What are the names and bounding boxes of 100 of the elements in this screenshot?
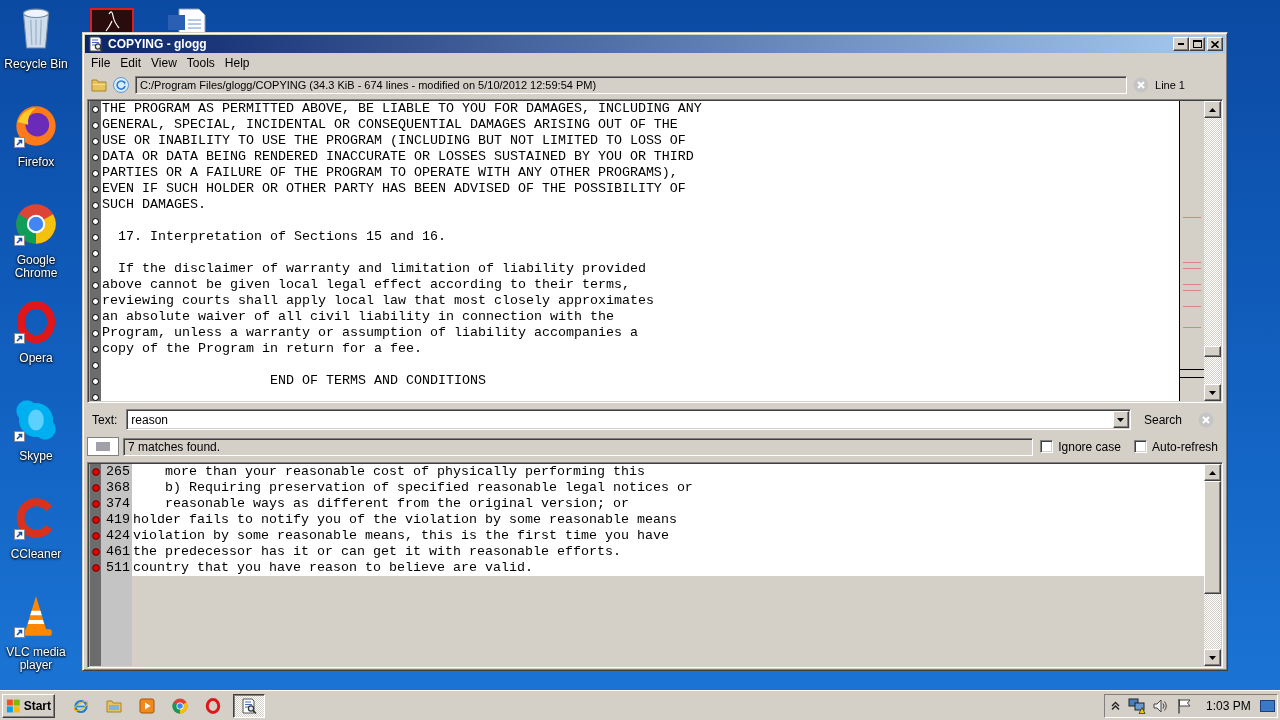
line-bullet-icon xyxy=(92,233,99,241)
desktop-icon-label[interactable]: CCleaner xyxy=(10,548,62,561)
refresh-icon[interactable] xyxy=(113,77,129,93)
result-line[interactable]: the predecessor has it or can get it with reasonable efforts. xyxy=(133,544,621,560)
text-line: If the disclaimer of warranty and limitation of liability provided xyxy=(117,261,646,277)
search-button[interactable]: Search xyxy=(1136,410,1189,429)
line-number: 374 xyxy=(106,496,130,512)
desktop-icon-label[interactable]: Google Chrome xyxy=(0,254,72,280)
desktop-icon-label[interactable]: Opera xyxy=(19,352,53,365)
browser-logo-icon[interactable] xyxy=(15,203,57,245)
play-icon[interactable] xyxy=(138,697,155,714)
ring-logo-icon[interactable] xyxy=(15,301,57,343)
search-field[interactable]: reason xyxy=(126,409,1131,430)
desktop-icon-label[interactable]: Recycle Bin xyxy=(4,58,68,71)
browser-logo-icon[interactable] xyxy=(171,697,188,714)
fox-globe-icon[interactable] xyxy=(15,105,57,147)
line-bullet-icon xyxy=(92,137,99,145)
cloud-logo-icon[interactable] xyxy=(15,399,57,441)
maximize-button[interactable] xyxy=(1189,37,1205,51)
recycle-bin-icon[interactable] xyxy=(20,7,52,49)
up-chevron-icon[interactable] xyxy=(1111,701,1120,710)
match-marker xyxy=(1183,262,1201,263)
show-desktop-icon[interactable] xyxy=(1260,699,1275,712)
line-number: 424 xyxy=(106,528,130,544)
match-dot-icon xyxy=(91,548,100,556)
text-line: above cannot be given local legal effect according to their terms, xyxy=(102,277,630,293)
text-line: 17. Interpretation of Sections 15 and 16. xyxy=(117,229,446,245)
match-dot-icon xyxy=(91,468,100,476)
text-line: END OF TERMS AND CONDITIONS xyxy=(268,373,486,389)
clock[interactable]: 1:03 PM xyxy=(1206,698,1251,713)
text-line: THE PROGRAM AS PERMITTED ABOVE, BE LIABLE TO YOU FOR DAMAGES, INCLUDING ANY xyxy=(102,101,702,117)
scroll-down-button[interactable] xyxy=(1204,384,1221,401)
flag-icon[interactable] xyxy=(1176,697,1192,714)
line-bullet-icon xyxy=(92,153,99,161)
app-tile-icon[interactable] xyxy=(90,8,134,32)
document-search-icon xyxy=(88,36,104,52)
overview-bar[interactable] xyxy=(1179,101,1204,401)
line-bullet-icon xyxy=(92,201,99,209)
taskbar-button[interactable] xyxy=(233,693,265,718)
maximize-icon xyxy=(1192,40,1202,48)
scroll-down-button[interactable] xyxy=(1204,649,1221,666)
menu-item[interactable]: Tools xyxy=(181,55,220,70)
close-icon xyxy=(1133,77,1149,93)
text-line: USE OR INABILITY TO USE THE PROGRAM (INCLUDING BUT NOT LIMITED TO LOSS OF xyxy=(102,133,686,149)
network-icon[interactable] xyxy=(1128,697,1146,714)
menu-item[interactable]: File xyxy=(86,55,116,70)
checkbox[interactable] xyxy=(1133,440,1147,453)
checkbox-label[interactable]: Ignore case xyxy=(1058,439,1121,454)
text-line: PARTIES OR A FAILURE OF THE PROGRAM TO OPERATE WITH ANY OTHER PROGRAMS), xyxy=(102,165,678,181)
scroll-up-button[interactable] xyxy=(1204,101,1221,118)
match-marker xyxy=(1183,268,1201,269)
match-dot-icon xyxy=(91,532,100,540)
menu-item[interactable]: Help xyxy=(219,55,255,70)
line-number: 511 xyxy=(106,560,130,576)
result-line[interactable]: violation by some reasonable means, this is the first time you have xyxy=(133,528,669,544)
checkbox-label[interactable]: Auto-refresh xyxy=(1151,439,1218,454)
speaker-icon[interactable] xyxy=(1152,697,1168,714)
line-bullet-icon xyxy=(92,121,99,129)
line-bullet-icon xyxy=(92,329,99,337)
match-dot-icon xyxy=(91,484,100,492)
start-button[interactable]: Start xyxy=(2,693,55,718)
up-triangle-icon xyxy=(1209,107,1216,112)
text-line: reviewing courts shall apply local law that most closely approximates xyxy=(102,293,654,309)
checkbox[interactable] xyxy=(1040,440,1054,453)
line-bullet-icon xyxy=(92,265,99,273)
line-bullet-icon xyxy=(92,169,99,177)
down-triangle-icon xyxy=(1209,390,1216,395)
line-bullet-icon xyxy=(92,297,99,305)
scrollbar-thumb[interactable] xyxy=(1204,346,1221,357)
minimize-icon xyxy=(1178,43,1184,45)
line-bullet-icon xyxy=(92,185,99,193)
desktop-icon-label[interactable]: VLC media player xyxy=(0,646,72,672)
down-triangle-icon xyxy=(1117,417,1125,422)
match-dot-icon xyxy=(91,500,100,508)
close-button[interactable] xyxy=(1207,37,1223,51)
match-marker xyxy=(1183,290,1201,291)
globe-icon[interactable] xyxy=(72,697,89,714)
search-status-field: 7 matches found. xyxy=(123,437,1034,456)
line-bullet-icon xyxy=(92,377,99,385)
result-line[interactable]: reasonable ways as different from the original version; or xyxy=(133,496,629,512)
scrollbar-thumb[interactable] xyxy=(1204,481,1221,594)
minimize-button[interactable] xyxy=(1173,37,1189,51)
search-label: Text: xyxy=(92,412,118,427)
toggle-button[interactable] xyxy=(87,437,119,456)
document-search-icon xyxy=(241,697,257,714)
menu-item[interactable]: Edit xyxy=(115,55,147,70)
line-bullet-icon xyxy=(92,105,99,113)
result-line[interactable]: country that you have reason to believe are valid. xyxy=(133,560,533,576)
match-dot-icon xyxy=(91,564,100,572)
desktop-icon-label[interactable]: Firefox xyxy=(17,156,55,169)
desktop-icon-label[interactable]: Skype xyxy=(19,450,53,463)
line-number: 368 xyxy=(106,480,130,496)
result-line[interactable]: b) Requiring preservation of specified reasonable legal notices or xyxy=(133,480,693,496)
result-line[interactable]: holder fails to notify you of the violation by some reasonable means xyxy=(133,512,677,528)
result-line[interactable]: more than your reasonable cost of physically performing this xyxy=(133,464,645,480)
text-line: EVEN IF SUCH HOLDER OR OTHER PARTY HAS BEEN ADVISED OF THE POSSIBILITY OF xyxy=(102,181,686,197)
scroll-up-button[interactable] xyxy=(1204,464,1221,481)
text-line: DATA OR DATA BEING RENDERED INACCURATE OR LOSSES SUSTAINED BY YOU OR THIRD xyxy=(102,149,694,165)
match-marker xyxy=(1183,306,1201,307)
menu-item[interactable]: View xyxy=(146,55,182,70)
